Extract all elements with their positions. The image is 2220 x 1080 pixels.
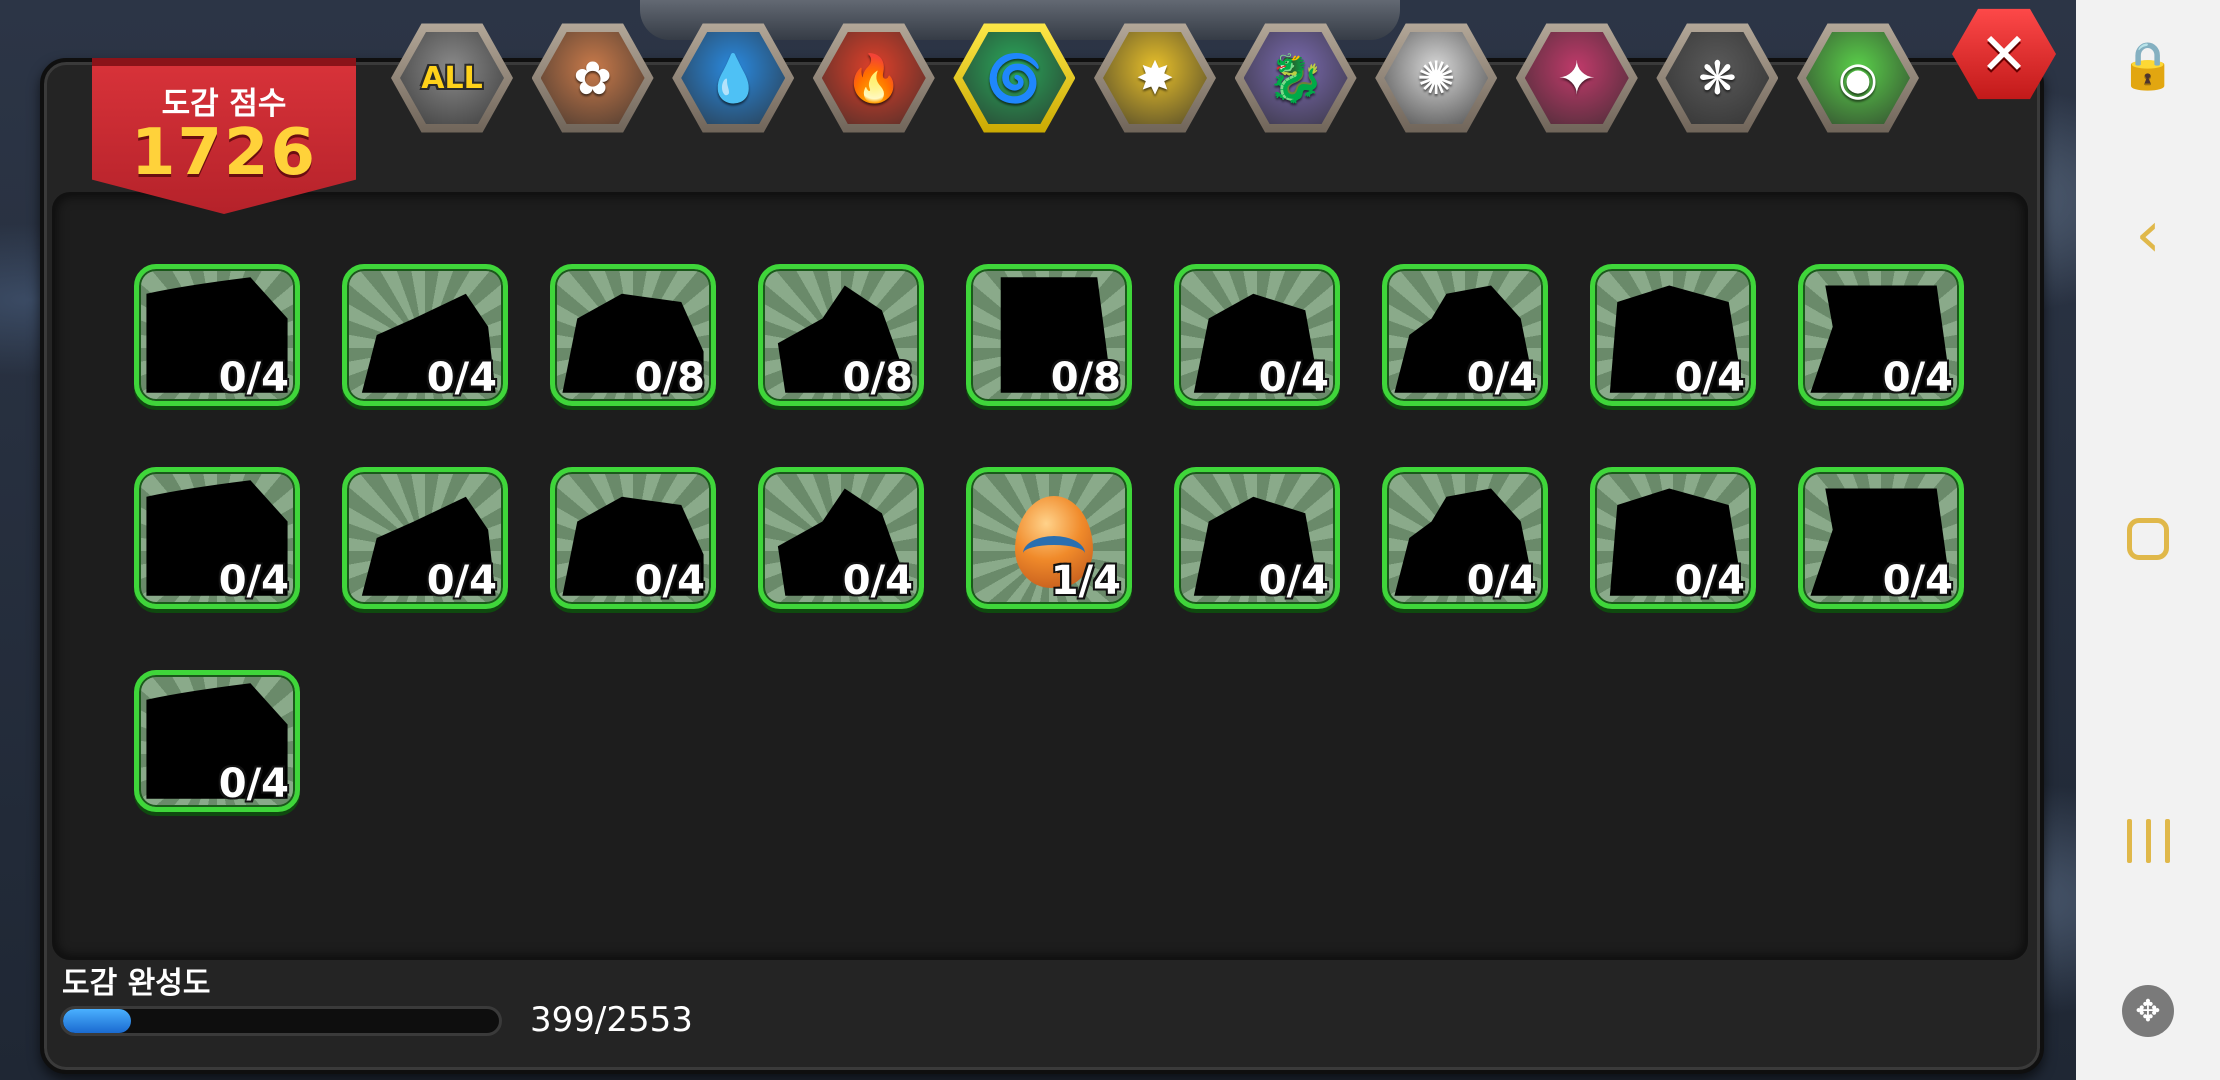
home-button[interactable] [2076, 494, 2220, 584]
tab-water-glyph: 💧 [704, 50, 762, 105]
monster-card[interactable]: 0/4 [1590, 467, 1756, 609]
monster-count: 0/4 [842, 558, 913, 604]
close-icon: ✕ [1979, 20, 2029, 88]
water-element-icon: 💧 [681, 31, 786, 125]
monster-count: 0/4 [1466, 558, 1537, 604]
lock-touch-icon: 🔒 [2119, 37, 2177, 92]
tab-wind-glyph: 🌀 [985, 50, 1044, 105]
monster-card[interactable]: 0/4 [758, 467, 924, 609]
back-icon: ‹ [2135, 198, 2161, 272]
home-icon [2127, 518, 2169, 560]
monster-card[interactable]: 0/4 [1798, 264, 1964, 406]
rainbow-element-icon: ◉ [1806, 31, 1910, 125]
completion-count: 399/2553 [530, 1000, 693, 1040]
monster-card[interactable]: 0/8 [758, 264, 924, 406]
earth-element-icon: ✿ [540, 31, 645, 125]
dark-element-icon: ❋ [1665, 31, 1770, 125]
system-navigation-bar: 🔒 ‹ ✥ [2076, 0, 2220, 1080]
demon-element-icon: ✦ [1524, 31, 1629, 125]
monster-count: 1/4 [1050, 558, 1121, 604]
all-icon: ALL [400, 31, 504, 125]
monster-count: 0/4 [1674, 355, 1745, 401]
back-button[interactable]: ‹ [2076, 190, 2220, 280]
monster-count: 0/4 [1882, 355, 1953, 401]
light-element-icon: ✸ [1103, 31, 1207, 125]
wind-element-icon: 🌀 [962, 31, 1067, 125]
monster-card[interactable]: 0/4 [134, 264, 300, 406]
monster-count: 0/8 [842, 355, 913, 401]
dragon-element-icon: 🐉 [1243, 31, 1348, 125]
lock-touch-button[interactable]: 🔒 [2076, 20, 2220, 110]
monster-card[interactable]: 0/4 [1174, 264, 1340, 406]
monster-card[interactable]: 0/4 [1174, 467, 1340, 609]
monster-card[interactable]: 0/8 [550, 264, 716, 406]
tab-light-glyph: ✸ [1135, 51, 1175, 105]
monster-card[interactable]: 0/4 [1798, 467, 1964, 609]
swirl-element-icon: ✺ [1384, 31, 1489, 125]
monster-card[interactable]: 0/4 [1382, 264, 1548, 406]
monster-card[interactable]: 1/4 [966, 467, 1132, 609]
monster-count: 0/4 [1466, 355, 1537, 401]
recents-icon [2126, 819, 2170, 863]
monster-count: 0/4 [1258, 558, 1329, 604]
monster-card[interactable]: 0/8 [966, 264, 1132, 406]
game-tools-icon: ✥ [2122, 985, 2174, 1037]
monster-card[interactable]: 0/4 [1590, 264, 1756, 406]
tab-wind2-glyph: ✺ [1416, 51, 1456, 105]
monster-count: 0/4 [426, 558, 497, 604]
tab-dragon-glyph: 🐉 [1266, 50, 1325, 105]
completion-progress-fill [63, 1009, 132, 1033]
monster-count: 0/8 [634, 355, 705, 401]
completion-progress-bar [60, 1006, 502, 1036]
monster-count: 0/4 [1674, 558, 1745, 604]
monster-card[interactable]: 0/4 [342, 264, 508, 406]
completion-label: 도감 완성도 [62, 966, 211, 1001]
monster-count: 0/4 [218, 558, 289, 604]
monster-count: 0/4 [634, 558, 705, 604]
tab-all-glyph: ALL [421, 60, 483, 96]
monster-card[interactable]: 0/4 [134, 670, 300, 812]
monster-count: 0/4 [1258, 355, 1329, 401]
game-tools-button[interactable]: ✥ [2076, 966, 2220, 1056]
monster-count: 0/4 [1882, 558, 1953, 604]
tab-dark-glyph: ❋ [1698, 51, 1737, 105]
fire-element-icon: 🔥 [821, 31, 926, 125]
monster-count: 0/8 [1050, 355, 1121, 401]
monster-count: 0/4 [218, 355, 289, 401]
recents-button[interactable] [2076, 796, 2220, 886]
tab-demon-glyph: ✦ [1557, 51, 1597, 105]
score-value: 1726 [130, 116, 318, 190]
tab-rainbow-glyph: ◉ [1837, 51, 1879, 105]
monster-card[interactable]: 0/4 [134, 467, 300, 609]
monster-card[interactable]: 0/4 [1382, 467, 1548, 609]
monster-card[interactable]: 0/4 [550, 467, 716, 609]
tab-earth-glyph: ✿ [573, 51, 612, 105]
monster-count: 0/4 [426, 355, 497, 401]
monster-card[interactable]: 0/4 [342, 467, 508, 609]
tab-fire-glyph: 🔥 [845, 50, 903, 105]
monster-count: 0/4 [218, 761, 289, 807]
